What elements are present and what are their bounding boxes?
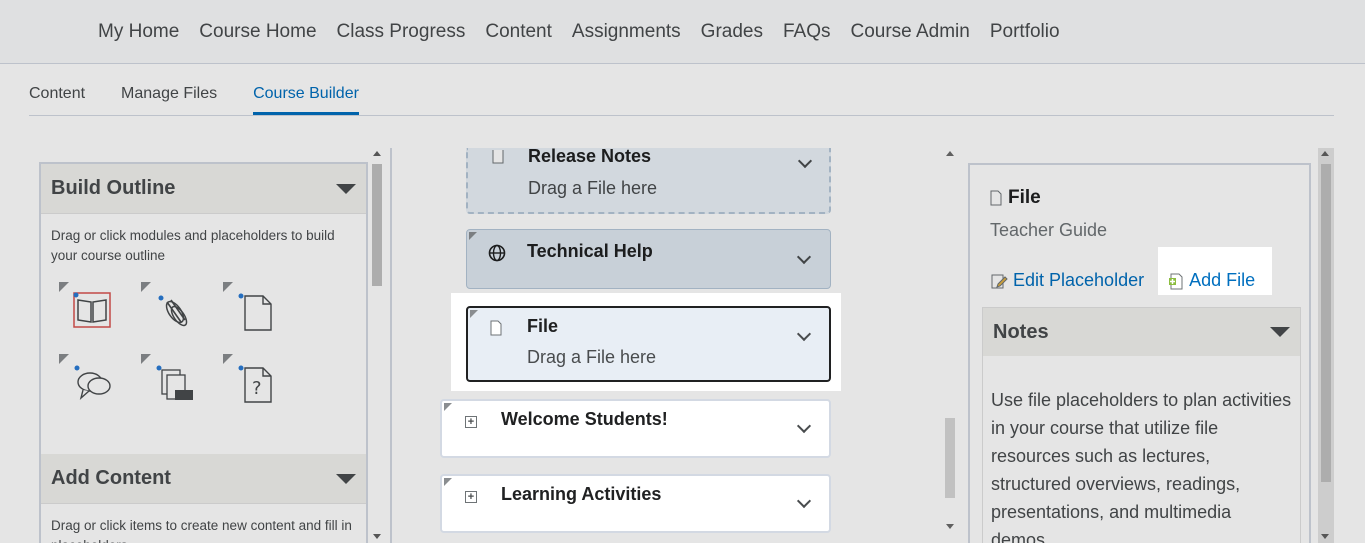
left-toolbox-panel: Build Outline Drag or click modules and … bbox=[39, 162, 368, 543]
files-placeholder-icon[interactable] bbox=[141, 354, 201, 414]
nav-my-home[interactable]: My Home bbox=[98, 0, 179, 64]
chevron-down-icon[interactable] bbox=[796, 326, 812, 342]
outline-item-release-notes[interactable]: Release Notes Drag a File here bbox=[466, 146, 831, 214]
release-notes-drop-hint: Drag a File here bbox=[528, 178, 658, 198]
edit-icon bbox=[991, 274, 1008, 288]
expand-plus-icon[interactable]: + bbox=[465, 416, 477, 428]
svg-text:?: ? bbox=[252, 378, 262, 399]
outline-item-learning-activities[interactable]: + Learning Activities bbox=[440, 474, 831, 533]
nav-content[interactable]: Content bbox=[485, 0, 552, 64]
details-scrollbar[interactable] bbox=[1318, 148, 1334, 543]
details-header: File bbox=[990, 187, 1041, 209]
edit-placeholder-link[interactable]: Edit Placeholder bbox=[990, 270, 1144, 291]
scroll-down-arrow-icon[interactable] bbox=[373, 534, 381, 539]
details-panel: File Teacher Guide Edit Placeholder Add … bbox=[968, 163, 1311, 543]
scroll-up-arrow-icon[interactable] bbox=[373, 151, 381, 156]
outline-scrollbar[interactable] bbox=[943, 148, 957, 533]
chevron-down-icon[interactable] bbox=[797, 153, 813, 169]
chevron-down-icon[interactable] bbox=[796, 418, 812, 434]
nav-faqs[interactable]: FAQs bbox=[783, 0, 831, 64]
release-notes-title: Release Notes bbox=[528, 146, 652, 166]
add-file-label: Add File bbox=[1189, 270, 1256, 290]
add-file-link[interactable]: Add File bbox=[1168, 270, 1255, 291]
tab-manage-files[interactable]: Manage Files bbox=[121, 85, 217, 115]
file-icon bbox=[492, 150, 504, 164]
welcome-title: Welcome Students! bbox=[501, 409, 668, 429]
file-item-drop-hint: Drag a File here bbox=[527, 347, 657, 367]
module-book-icon[interactable] bbox=[59, 282, 119, 342]
learning-title: Learning Activities bbox=[501, 484, 662, 504]
file-icon bbox=[990, 190, 1002, 206]
scrollbar-thumb[interactable] bbox=[372, 164, 382, 286]
collapse-triangle-icon[interactable] bbox=[336, 183, 356, 194]
outline-item-file-selected[interactable]: File Drag a File here bbox=[466, 306, 831, 382]
scroll-down-arrow-icon[interactable] bbox=[1321, 534, 1329, 539]
collapse-triangle-icon[interactable] bbox=[1270, 327, 1290, 337]
add-file-icon bbox=[1169, 273, 1183, 289]
build-outline-header[interactable]: Build Outline bbox=[41, 164, 366, 214]
scrollbar-thumb[interactable] bbox=[945, 418, 955, 498]
discussion-placeholder-icon[interactable] bbox=[59, 354, 119, 414]
nav-class-progress[interactable]: Class Progress bbox=[337, 0, 466, 64]
file-placeholder-icon[interactable] bbox=[223, 282, 283, 342]
notes-section: Notes Use file placeholders to plan acti… bbox=[982, 307, 1301, 543]
scroll-up-arrow-icon[interactable] bbox=[946, 151, 954, 156]
add-content-title: Add Content bbox=[51, 467, 171, 489]
notes-header[interactable]: Notes bbox=[983, 308, 1300, 356]
details-type-label: File bbox=[1008, 187, 1041, 208]
details-actions: Edit Placeholder Add File bbox=[990, 260, 1268, 301]
scroll-down-arrow-icon[interactable] bbox=[946, 524, 954, 529]
build-outline-title: Build Outline bbox=[51, 177, 176, 199]
globe-icon bbox=[488, 244, 506, 262]
build-outline-description: Drag or click modules and placeholders t… bbox=[51, 228, 335, 263]
expand-plus-icon[interactable]: + bbox=[465, 491, 477, 503]
build-outline-icons: ? bbox=[41, 266, 366, 414]
add-file-highlight: Add File bbox=[1156, 260, 1268, 301]
outline-item-welcome-students[interactable]: + Welcome Students! bbox=[440, 399, 831, 458]
scrollbar-thumb[interactable] bbox=[1321, 164, 1331, 482]
chevron-down-icon[interactable] bbox=[796, 249, 812, 265]
add-content-header[interactable]: Add Content bbox=[41, 454, 366, 504]
details-subtitle: Teacher Guide bbox=[990, 220, 1108, 240]
nav-course-admin[interactable]: Course Admin bbox=[851, 0, 970, 64]
link-placeholder-icon[interactable] bbox=[141, 282, 201, 342]
edit-placeholder-label: Edit Placeholder bbox=[1013, 270, 1145, 290]
left-scrollbar[interactable] bbox=[370, 148, 384, 543]
collapse-triangle-icon[interactable] bbox=[336, 473, 356, 484]
nav-portfolio[interactable]: Portfolio bbox=[990, 0, 1060, 64]
nav-assignments[interactable]: Assignments bbox=[572, 0, 681, 64]
nav-grades[interactable]: Grades bbox=[701, 0, 763, 64]
notes-text: Use file placeholders to plan activities… bbox=[991, 390, 1292, 543]
sub-tabs: Content Manage Files Course Builder bbox=[29, 64, 1334, 116]
outline-item-technical-help[interactable]: Technical Help bbox=[466, 229, 831, 289]
file-icon bbox=[490, 320, 502, 336]
top-navigation: My Home Course Home Class Progress Conte… bbox=[0, 0, 1365, 64]
tab-course-builder[interactable]: Course Builder bbox=[253, 85, 359, 115]
scroll-up-arrow-icon[interactable] bbox=[1321, 151, 1329, 156]
nav-course-home[interactable]: Course Home bbox=[199, 0, 316, 64]
technical-help-title: Technical Help bbox=[527, 241, 653, 261]
quiz-placeholder-icon[interactable]: ? bbox=[223, 354, 283, 414]
add-content-description: Drag or click items to create new conten… bbox=[51, 518, 352, 543]
notes-title: Notes bbox=[993, 320, 1049, 343]
tab-content[interactable]: Content bbox=[29, 85, 85, 115]
chevron-down-icon[interactable] bbox=[796, 493, 812, 509]
file-item-title: File bbox=[527, 316, 559, 336]
panel-divider bbox=[390, 148, 392, 543]
